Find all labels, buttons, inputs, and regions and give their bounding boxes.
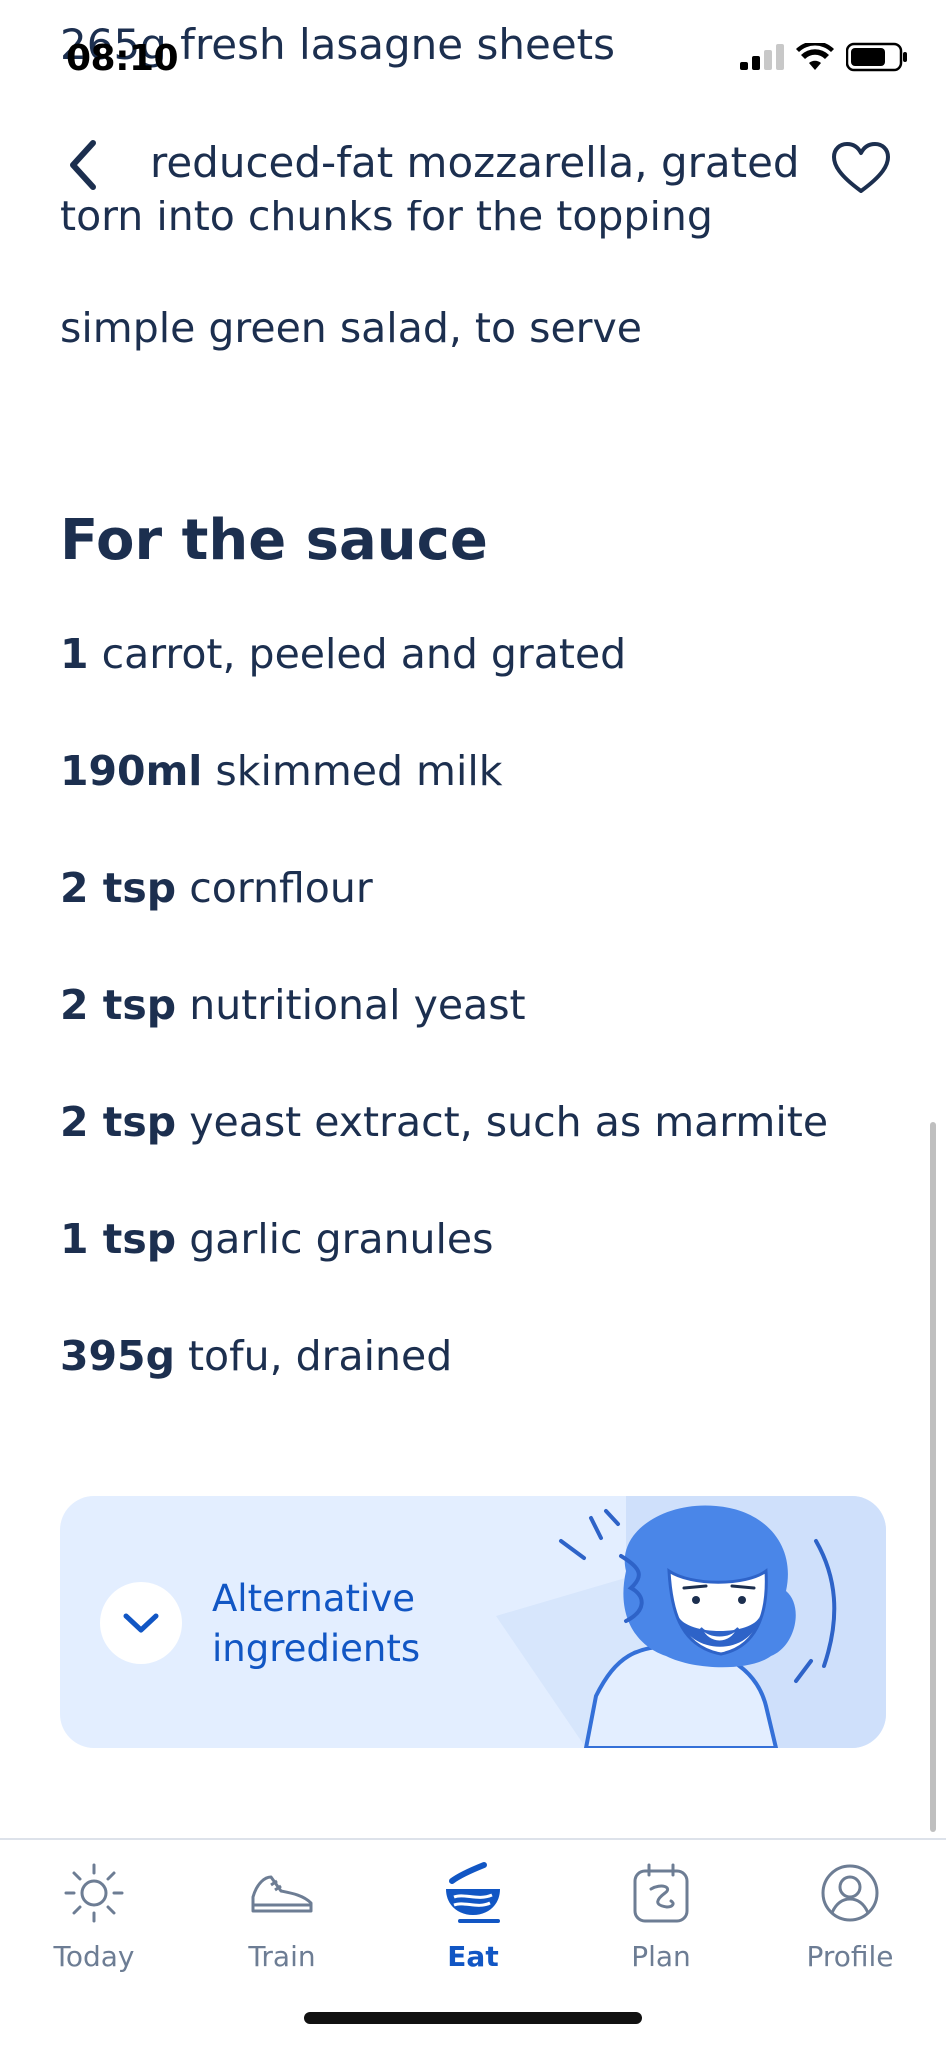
scrollbar[interactable] bbox=[930, 1122, 936, 1832]
tab-label: Plan bbox=[631, 1940, 691, 1973]
ingredient-salad: simple green salad, to serve bbox=[60, 304, 643, 352]
tab-eat[interactable]: Eat bbox=[393, 1858, 553, 1973]
back-button[interactable] bbox=[58, 136, 106, 194]
tab-label: Eat bbox=[447, 1940, 499, 1973]
sauce-item: 1 carrot, peeled and grated bbox=[60, 630, 627, 678]
sauce-heading: For the sauce bbox=[60, 508, 488, 573]
header-title: reduced-fat mozzarella, grated or bbox=[150, 138, 810, 187]
home-indicator[interactable] bbox=[304, 2012, 642, 2024]
tab-label: Train bbox=[248, 1940, 316, 1973]
favorite-button[interactable] bbox=[826, 136, 896, 200]
sauce-item: 2 tsp nutritional yeast bbox=[60, 981, 526, 1029]
alternative-ingredients-label: Alternative ingredients bbox=[212, 1577, 421, 1670]
status-icons bbox=[740, 42, 908, 72]
heart-icon bbox=[832, 142, 890, 193]
expand-button[interactable] bbox=[100, 1582, 182, 1664]
chef-illustration bbox=[496, 1496, 886, 1748]
tab-label: Profile bbox=[806, 1940, 894, 1973]
chevron-left-icon bbox=[70, 140, 96, 190]
profile-icon bbox=[821, 1864, 879, 1922]
sauce-item: 2 tsp cornflour bbox=[60, 864, 373, 912]
cellular-signal-icon bbox=[740, 44, 784, 70]
calendar-icon bbox=[633, 1863, 689, 1923]
sauce-item: 1 tsp garlic granules bbox=[60, 1215, 494, 1263]
tab-profile[interactable]: Profile bbox=[770, 1858, 930, 1973]
sauce-item: 2 tsp yeast extract, such as marmite bbox=[60, 1098, 829, 1146]
bowl-icon bbox=[446, 1862, 500, 1923]
tab-label: Today bbox=[53, 1940, 135, 1973]
ingredient-partial-line: torn into chunks for the topping bbox=[60, 192, 713, 240]
sneaker-icon bbox=[251, 1875, 313, 1913]
tab-train[interactable]: Train bbox=[202, 1858, 362, 1973]
sauce-item: 395g tofu, drained bbox=[60, 1332, 453, 1380]
sauce-item: 190ml skimmed milk bbox=[60, 747, 503, 795]
sun-icon bbox=[64, 1863, 124, 1923]
tab-plan[interactable]: Plan bbox=[581, 1858, 741, 1973]
tab-today[interactable]: Today bbox=[14, 1858, 174, 1973]
battery-icon bbox=[846, 42, 907, 72]
status-time: 08:10 bbox=[66, 38, 179, 79]
alternative-ingredients-card[interactable]: Alternative ingredients bbox=[60, 1496, 886, 1748]
wifi-icon bbox=[796, 43, 834, 70]
chevron-down-icon bbox=[123, 1613, 159, 1633]
